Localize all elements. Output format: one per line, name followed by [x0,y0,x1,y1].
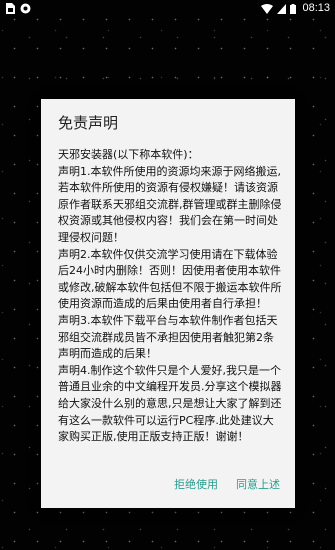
status-clock: 08:13 [302,2,330,14]
dialog-message: 天邪安装器(以下称本软件)： 声明1.本软件所使用的资源均来源于网络搬运,若本软… [58,148,282,444]
status-bar: 08:13 [0,0,335,17]
notification-badge-icon [20,3,31,14]
status-right: 08:13 [261,0,330,17]
app-screen: 08:13 免责声明 天邪安装器(以下称本软件)： 声明1.本软件所使用的资源均… [0,0,335,550]
dialog-actions: 拒绝使用 同意上述 [172,474,282,494]
sim-icon [5,3,15,14]
wifi-icon [261,3,274,14]
cell-signal-icon [277,3,287,14]
disclaimer-dialog: 免责声明 天邪安装器(以下称本软件)： 声明1.本软件所使用的资源均来源于网络搬… [41,99,295,508]
battery-icon [290,3,297,14]
dialog-title: 免责声明 [58,114,119,132]
status-left [5,0,31,17]
accept-button[interactable]: 同意上述 [234,474,282,494]
decline-button[interactable]: 拒绝使用 [172,474,220,494]
